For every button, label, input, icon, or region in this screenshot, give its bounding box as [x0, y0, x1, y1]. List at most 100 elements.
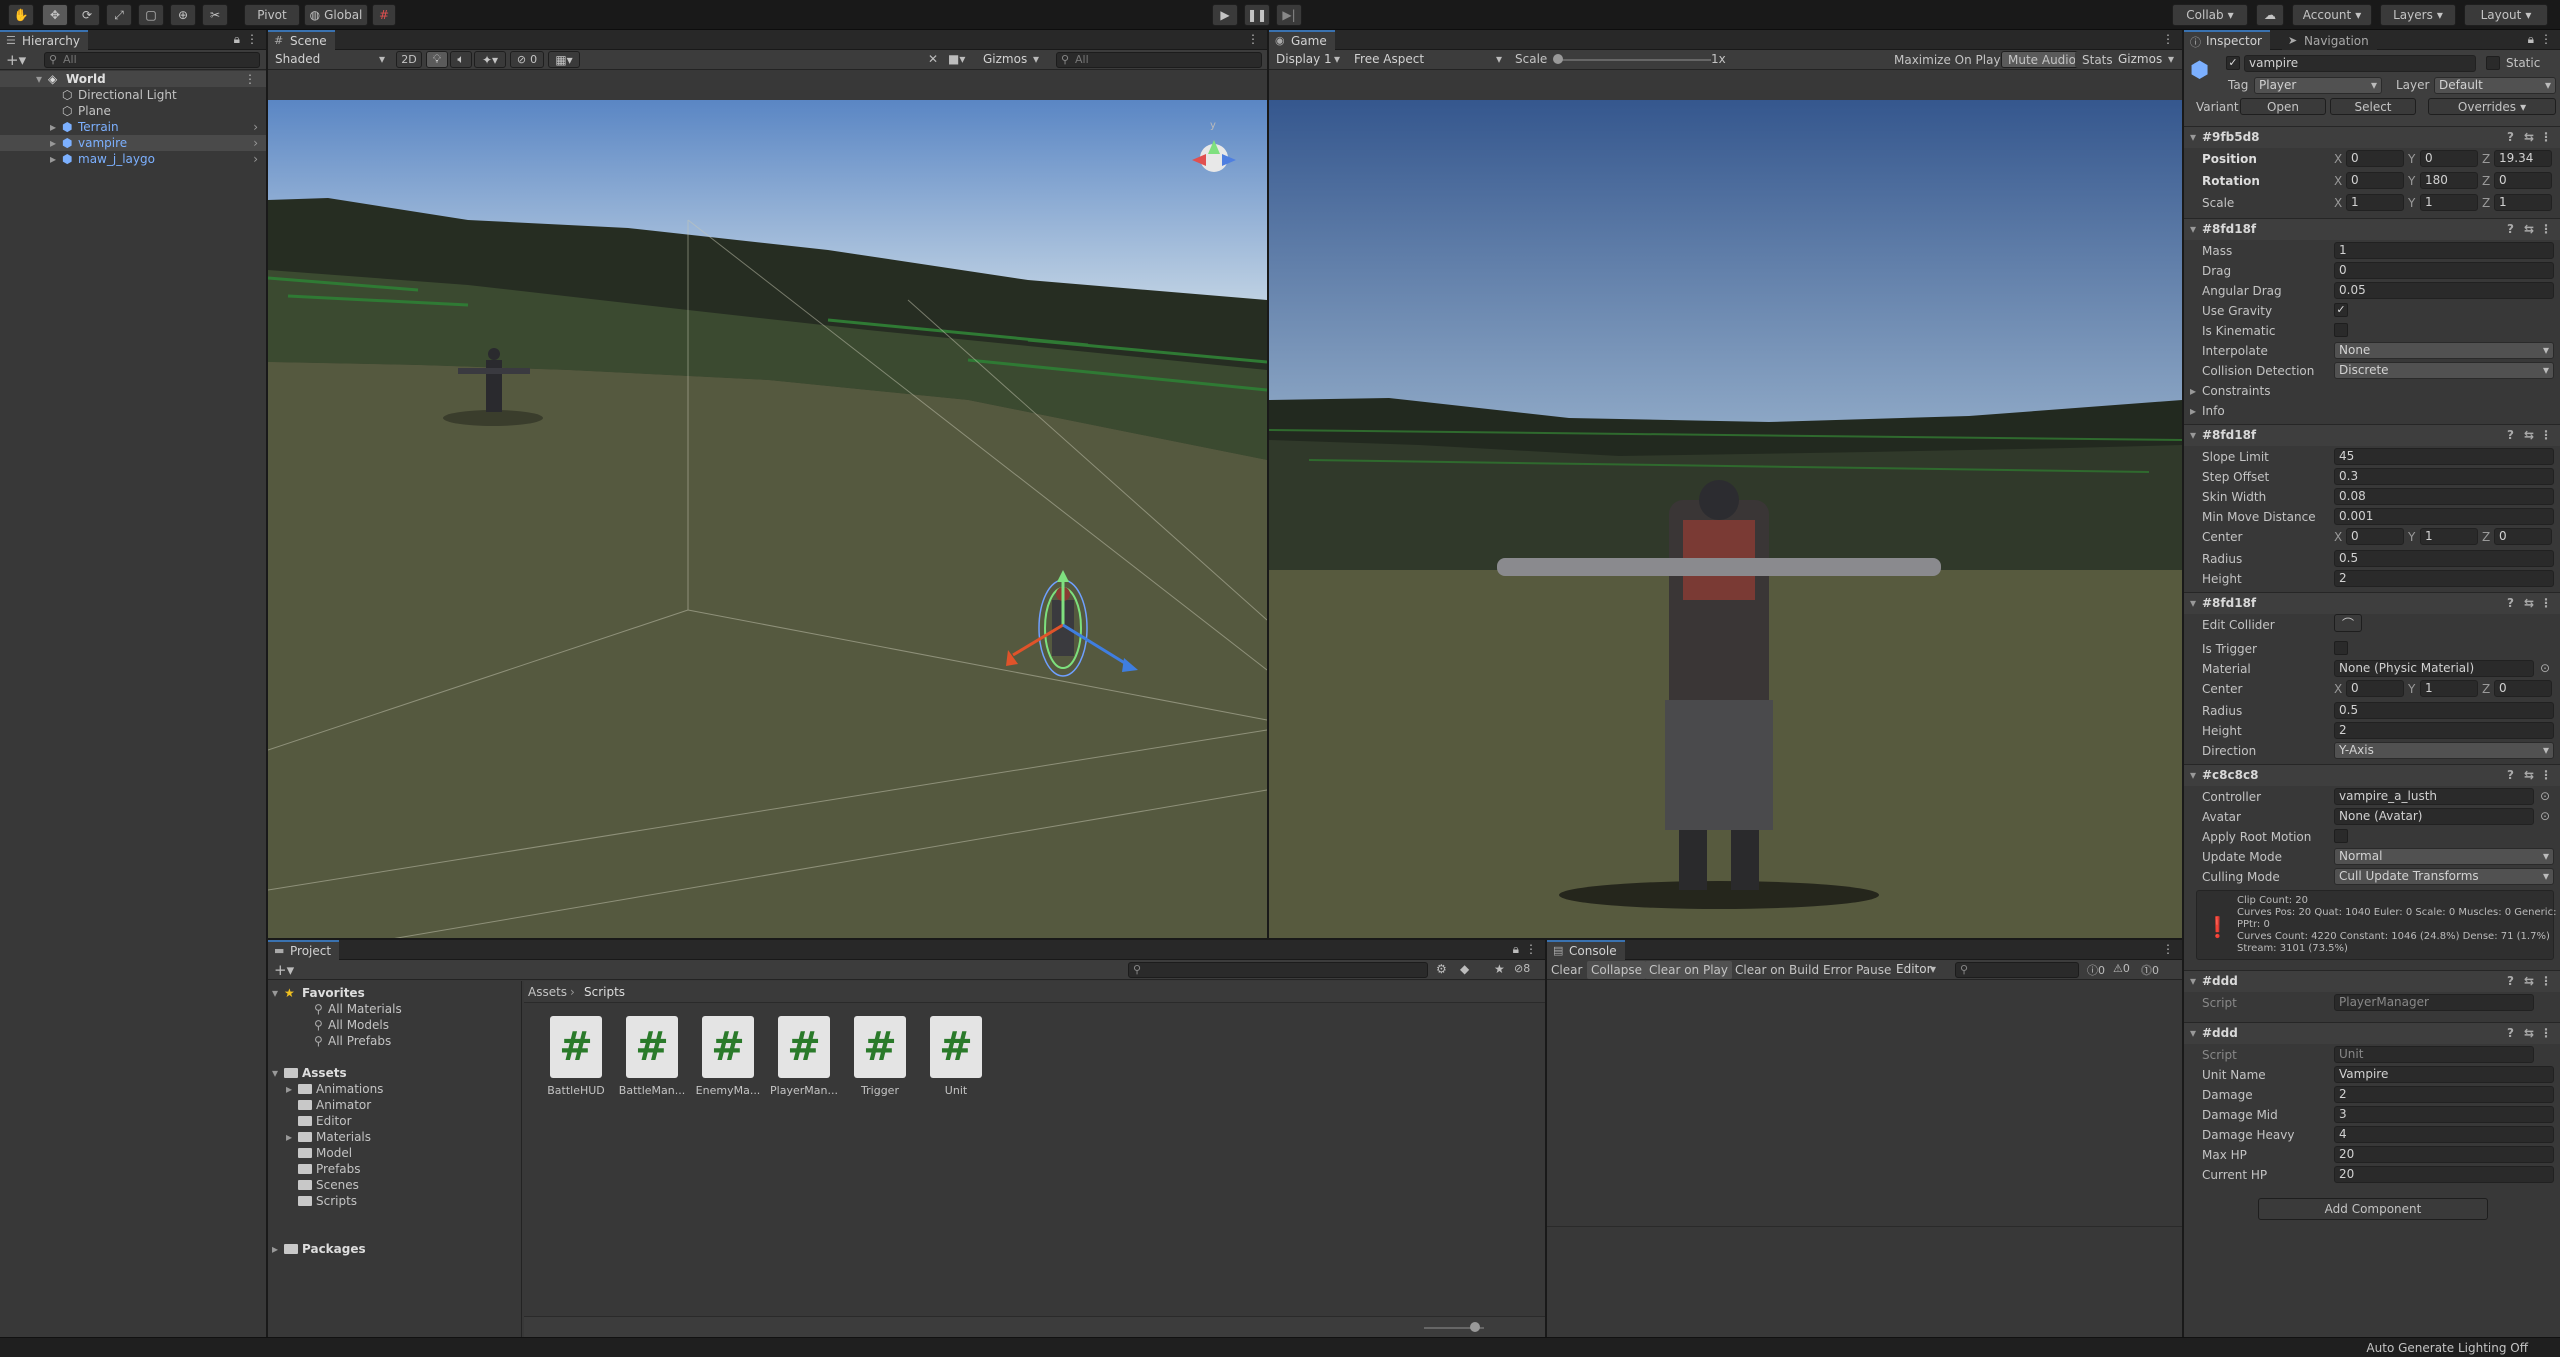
capsule-center-field-y[interactable]: 1 [2420, 680, 2478, 697]
script-file-label[interactable]: Unit [920, 1084, 992, 1097]
rotate-tool-icon[interactable]: ⟳ [74, 4, 100, 26]
hierarchy-item[interactable]: ▸ ⬢ vampire › [0, 135, 266, 151]
play-button[interactable]: ▶ [1212, 4, 1238, 26]
hidden-packages-toggle[interactable]: ⊘8 [1514, 962, 1530, 975]
step-button[interactable]: ▶| [1276, 4, 1302, 26]
rotation-field-x[interactable]: 0 [2346, 172, 2404, 189]
hierarchy-item[interactable]: ▸ ⬢ maw_j_laygo › [0, 151, 266, 167]
expand-arrow-icon[interactable]: ▸ [2190, 384, 2196, 398]
collision-dropdown[interactable]: Discrete [2334, 362, 2554, 379]
cc-center-field-z[interactable]: 0 [2494, 528, 2552, 545]
position-field-z[interactable]: 19.34 [2494, 150, 2552, 167]
capsule-center-field-z[interactable]: 0 [2494, 680, 2552, 697]
value-field[interactable]: 0.05 [2334, 282, 2554, 299]
search-by-type-icon[interactable]: ⚙ [1436, 962, 1447, 976]
hierarchy-item[interactable]: ⬡ Directional Light [0, 87, 266, 103]
is-kinematic-checkbox[interactable] [2334, 323, 2348, 337]
preset-icon[interactable]: ⇆ [2524, 127, 2534, 148]
tab-inspector[interactable]: ⓘ Inspector [2184, 30, 2270, 50]
scale-field-z[interactable]: 1 [2494, 194, 2552, 211]
preset-icon[interactable]: ⇆ [2524, 971, 2534, 992]
preset-icon[interactable]: ⇆ [2524, 425, 2534, 446]
position-field-x[interactable]: 0 [2346, 150, 2404, 167]
expand-arrow-icon[interactable]: ▾ [2190, 765, 2196, 786]
script-file-label[interactable]: BattleHUD [540, 1084, 612, 1097]
scene-search-input[interactable]: All [1056, 52, 1262, 68]
scene-gizmos-dropdown[interactable]: Gizmos [978, 51, 1044, 68]
tab-scene[interactable]: # Scene [268, 30, 335, 50]
component-header[interactable]: ▾ #c8c8c8? ⇆ ⋮ [2184, 764, 2560, 786]
hierarchy-item[interactable]: ⬡ Plane [0, 103, 266, 119]
console-search-input[interactable] [1955, 962, 2079, 978]
grid-icon[interactable]: ▦▾ [548, 51, 580, 68]
expand-arrow-icon[interactable]: ▸ [2190, 404, 2196, 418]
csharp-script-icon[interactable]: # [930, 1016, 982, 1078]
audio-icon[interactable]: 🔈︎ [450, 51, 472, 68]
layer-dropdown[interactable]: Default [2434, 77, 2556, 94]
cloud-icon[interactable]: ☁ [2256, 4, 2284, 26]
console-collapse-toggle[interactable]: Collapse [1587, 961, 1646, 979]
display-dropdown[interactable]: Display 1 [1271, 51, 1345, 68]
expand-arrow-icon[interactable]: ▸ [50, 135, 56, 151]
component-menu-icon[interactable]: ⋮ [2540, 1023, 2552, 1044]
component-header[interactable]: ▾ #9fb5d8? ⇆ ⋮ [2184, 126, 2560, 148]
preset-icon[interactable]: ⇆ [2524, 765, 2534, 786]
csharp-script-icon[interactable]: # [702, 1016, 754, 1078]
apply-root-motion-checkbox[interactable] [2334, 829, 2348, 843]
scale-field-x[interactable]: 1 [2346, 194, 2404, 211]
csharp-script-icon[interactable]: # [550, 1016, 602, 1078]
chevron-right-icon[interactable]: › [253, 135, 258, 151]
maximize-on-play-toggle[interactable]: Maximize On Play [1887, 51, 2008, 68]
hierarchy-search-input[interactable]: All [44, 52, 260, 68]
unit-field[interactable]: 20 [2334, 1146, 2554, 1163]
chevron-right-icon[interactable]: › [253, 151, 258, 167]
project-more-icon[interactable]: ⋮ [1525, 942, 1537, 956]
update-mode-dropdown[interactable]: Normal [2334, 848, 2554, 865]
expand-arrow-icon[interactable]: ▾ [2190, 971, 2196, 992]
scene-viewport[interactable]: y [268, 100, 1267, 938]
expand-arrow-icon[interactable]: ▸ [50, 119, 56, 135]
preset-icon[interactable]: ⇆ [2524, 593, 2534, 614]
layout-dropdown[interactable]: Layout ▾ [2464, 4, 2548, 26]
value-field[interactable]: 2 [2334, 570, 2554, 587]
clear-on-build-toggle[interactable]: Clear on Build [1735, 963, 1819, 977]
component-menu-icon[interactable]: ⋮ [2540, 219, 2552, 240]
account-dropdown[interactable]: Account ▾ [2292, 4, 2372, 26]
error-pause-toggle[interactable]: Error Pause [1823, 963, 1891, 977]
search-by-label-icon[interactable]: ◆ [1460, 962, 1469, 976]
csharp-script-icon[interactable]: # [854, 1016, 906, 1078]
prefab-open-button[interactable]: Open [2240, 98, 2326, 115]
inspector-lock-icon[interactable]: 🔒︎ [2528, 32, 2534, 47]
component-menu-icon[interactable]: ⋮ [2540, 971, 2552, 992]
is-trigger-checkbox[interactable] [2334, 641, 2348, 655]
hierarchy-item[interactable]: ▸ ⬢ Terrain › [0, 119, 266, 135]
component-header[interactable]: ▾ #8fd18f? ⇆ ⋮ [2184, 424, 2560, 446]
value-field[interactable]: 0.08 [2334, 488, 2554, 505]
console-editor-dropdown[interactable]: Editor [1891, 961, 1941, 978]
shading-dropdown[interactable]: Shaded [270, 51, 390, 68]
layers-dropdown[interactable]: Layers ▾ [2380, 4, 2456, 26]
help-icon[interactable]: ? [2507, 127, 2514, 148]
cc-center-field-x[interactable]: 0 [2346, 528, 2404, 545]
pivot-toggle[interactable]: Pivot [244, 4, 300, 26]
expand-arrow-icon[interactable]: ▾ [2190, 1023, 2196, 1044]
scene-more-icon[interactable]: ⋮ [1247, 32, 1259, 46]
collab-button[interactable]: Collab ▾ [2172, 4, 2248, 26]
project-add-icon[interactable]: +▾ [274, 961, 294, 979]
help-icon[interactable]: ? [2507, 219, 2514, 240]
console-clear-button[interactable]: Clear [1551, 963, 1582, 977]
project-lock-icon[interactable]: 🔒︎ [1513, 942, 1519, 957]
help-icon[interactable]: ? [2507, 1023, 2514, 1044]
rect-tool-icon[interactable]: ▢ [138, 4, 164, 26]
value-field[interactable]: 2 [2334, 722, 2554, 739]
script-file-label[interactable]: EnemyMa... [692, 1084, 764, 1097]
move-tool-icon[interactable]: ✥ [42, 4, 68, 26]
rotation-field-y[interactable]: 180 [2420, 172, 2478, 189]
grid-snap-icon[interactable]: # [372, 4, 396, 26]
help-icon[interactable]: ? [2507, 593, 2514, 614]
tab-project[interactable]: ▬ Project [268, 940, 340, 960]
object-picker-icon[interactable]: ⊙ [2540, 789, 2550, 803]
preset-icon[interactable]: ⇆ [2524, 219, 2534, 240]
component-header[interactable]: ▾ #8fd18f? ⇆ ⋮ [2184, 592, 2560, 614]
scale-tool-icon[interactable]: ⤢ [106, 4, 132, 26]
